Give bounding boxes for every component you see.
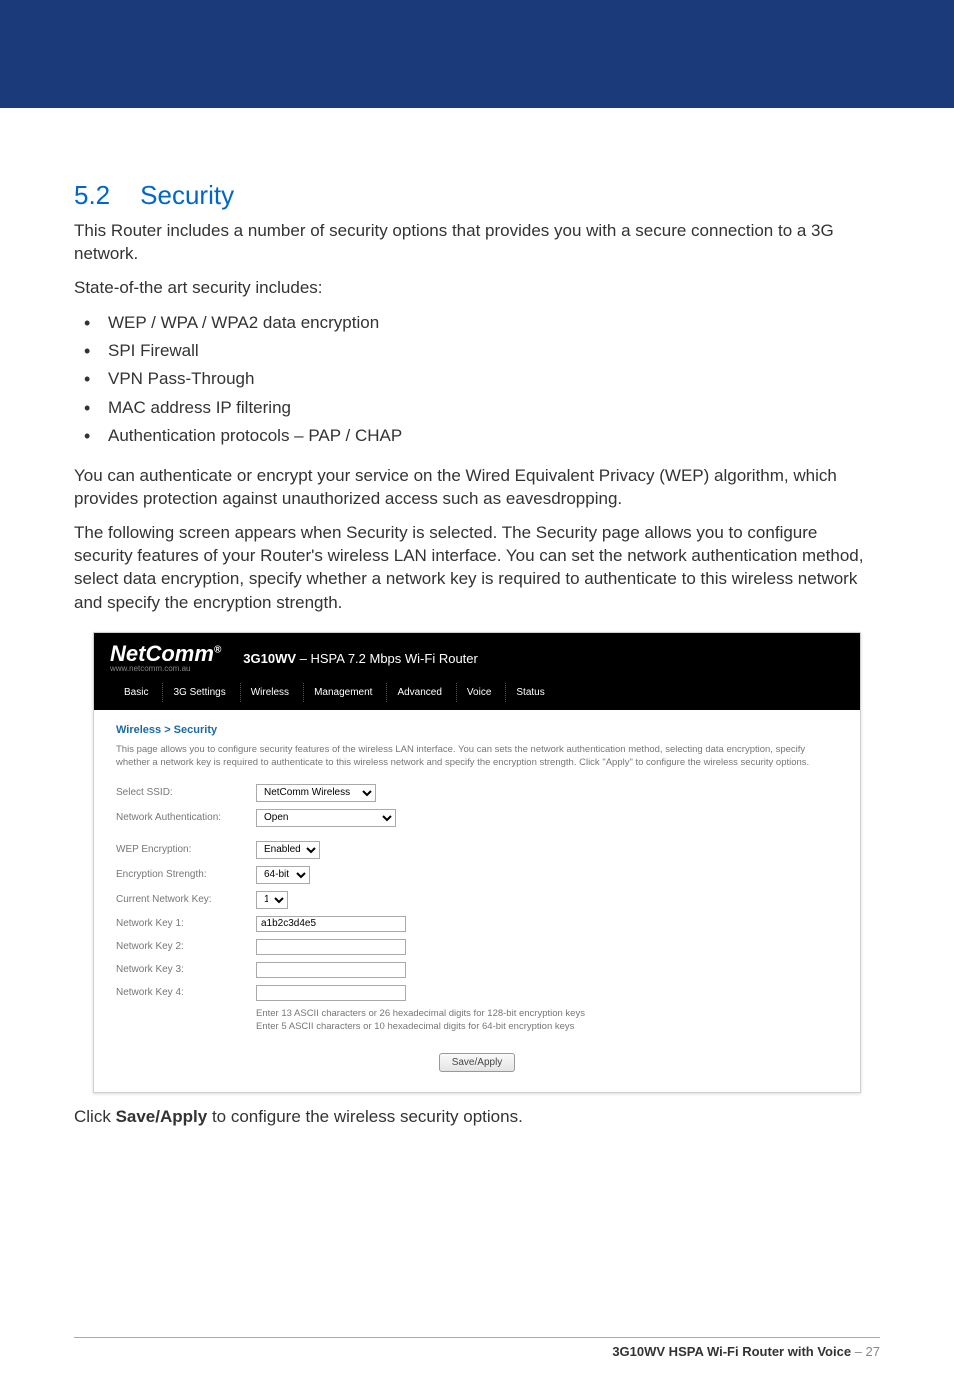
section-title: Security (140, 180, 234, 210)
product-name: 3G10WV (243, 651, 296, 666)
input-network-key-2[interactable] (256, 939, 406, 955)
nav-voice[interactable]: Voice (456, 683, 505, 702)
footer-product: 3G10WV HSPA Wi-Fi Router with Voice (612, 1344, 851, 1359)
hint-64bit: Enter 5 ASCII characters or 10 hexadecim… (256, 1021, 838, 1034)
label-key-4: Network Key 4: (116, 987, 256, 998)
hint-128bit: Enter 13 ASCII characters or 26 hexadeci… (256, 1008, 838, 1021)
page-footer: 3G10WV HSPA Wi-Fi Router with Voice – 27 (0, 1338, 954, 1389)
section-heading: 5.2 Security (74, 180, 880, 211)
select-ssid[interactable]: NetComm Wireless (256, 784, 376, 802)
brand-logo: NetComm® www.netcomm.com.au (110, 643, 221, 673)
row-key-1: Network Key 1: (116, 916, 838, 932)
list-item: Authentication protocols – PAP / CHAP (74, 422, 880, 450)
screenshot-caption: Click Save/Apply to configure the wirele… (74, 1107, 880, 1127)
label-key-1: Network Key 1: (116, 918, 256, 929)
select-current-network-key[interactable]: 1 (256, 891, 288, 909)
nav-management[interactable]: Management (303, 683, 386, 702)
row-auth: Network Authentication: Open (116, 809, 838, 827)
row-wep: WEP Encryption: Enabled (116, 841, 838, 859)
product-subtitle: – HSPA 7.2 Mbps Wi-Fi Router (296, 651, 478, 666)
row-key-3: Network Key 3: (116, 962, 838, 978)
input-network-key-3[interactable] (256, 962, 406, 978)
list-item: SPI Firewall (74, 337, 880, 365)
brand-logo-text: NetComm (110, 641, 214, 666)
nav-wireless[interactable]: Wireless (240, 683, 303, 702)
nav-basic[interactable]: Basic (124, 683, 162, 702)
label-key-3: Network Key 3: (116, 964, 256, 975)
label-auth: Network Authentication: (116, 812, 256, 823)
footer-sep: – (851, 1344, 865, 1359)
row-strength: Encryption Strength: 64-bit (116, 866, 838, 884)
router-ui-screenshot: NetComm® www.netcomm.com.au 3G10WV – HSP… (93, 632, 861, 1092)
intro-paragraph-4: The following screen appears when Securi… (74, 521, 880, 615)
footer-page-number: 27 (866, 1344, 880, 1359)
intro-paragraph-1: This Router includes a number of securit… (74, 219, 880, 266)
caption-suffix: to configure the wireless security optio… (207, 1107, 523, 1126)
row-key-2: Network Key 2: (116, 939, 838, 955)
select-encryption-strength[interactable]: 64-bit (256, 866, 310, 884)
label-wep: WEP Encryption: (116, 844, 256, 855)
breadcrumb: Wireless > Security (116, 724, 838, 736)
intro-paragraph-3: You can authenticate or encrypt your ser… (74, 464, 880, 511)
caption-prefix: Click (74, 1107, 116, 1126)
list-item: MAC address IP filtering (74, 394, 880, 422)
brand-url: www.netcomm.com.au (110, 665, 221, 673)
list-item: WEP / WPA / WPA2 data encryption (74, 309, 880, 337)
page-body: 5.2 Security This Router includes a numbe… (0, 108, 954, 1127)
nav-advanced[interactable]: Advanced (386, 683, 455, 702)
row-current-key: Current Network Key: 1 (116, 891, 838, 909)
caption-bold: Save/Apply (116, 1107, 208, 1126)
router-header: NetComm® www.netcomm.com.au 3G10WV – HSP… (94, 633, 860, 679)
row-ssid: Select SSID: NetComm Wireless (116, 784, 838, 802)
save-apply-button[interactable]: Save/Apply (439, 1053, 516, 1072)
top-banner (0, 0, 954, 108)
feature-list: WEP / WPA / WPA2 data encryption SPI Fir… (74, 309, 880, 449)
nav-3g-settings[interactable]: 3G Settings (162, 683, 239, 702)
router-body: Wireless > Security This page allows you… (94, 710, 860, 1091)
input-network-key-1[interactable] (256, 916, 406, 932)
input-network-key-4[interactable] (256, 985, 406, 1001)
apply-row: Save/Apply (116, 1052, 838, 1072)
label-current-key: Current Network Key: (116, 894, 256, 905)
label-ssid: Select SSID: (116, 787, 256, 798)
product-title: 3G10WV – HSPA 7.2 Mbps Wi-Fi Router (243, 651, 478, 666)
section-number: 5.2 (74, 180, 110, 210)
router-nav: Basic 3G Settings Wireless Management Ad… (94, 679, 860, 710)
row-key-4: Network Key 4: (116, 985, 838, 1001)
page-description: This page allows you to configure securi… (116, 744, 838, 770)
nav-status[interactable]: Status (505, 683, 558, 702)
select-network-authentication[interactable]: Open (256, 809, 396, 827)
label-key-2: Network Key 2: (116, 941, 256, 952)
select-wep-encryption[interactable]: Enabled (256, 841, 320, 859)
intro-paragraph-2: State-of-the art security includes: (74, 276, 880, 299)
list-item: VPN Pass-Through (74, 365, 880, 393)
label-strength: Encryption Strength: (116, 869, 256, 880)
